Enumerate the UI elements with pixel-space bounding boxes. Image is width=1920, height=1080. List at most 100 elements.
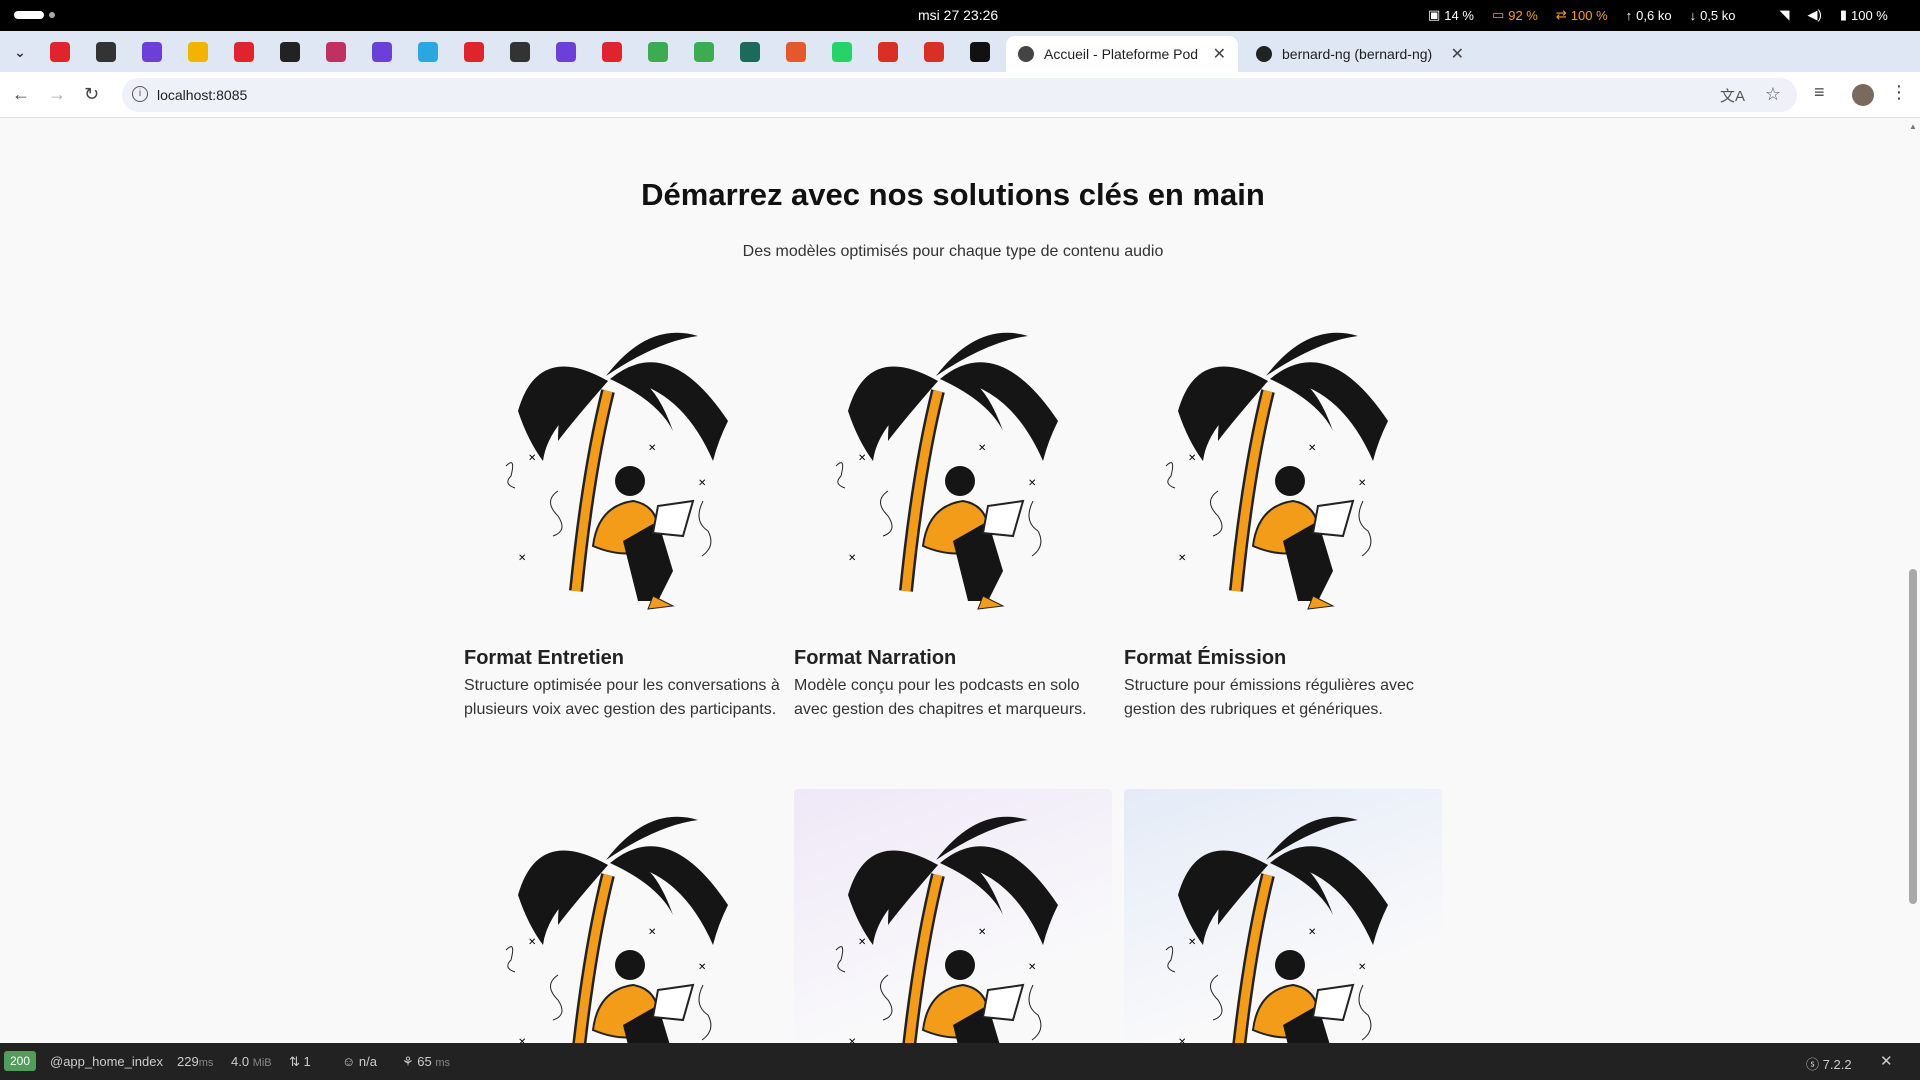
download-indicator: ↓ 0,5 ko: [1689, 7, 1736, 23]
tab-strip: ⌄ Accueil - Plateforme Pod ✕ bernard-ng …: [0, 31, 1920, 94]
card-description: Structure optimisée pour les conversatio…: [464, 677, 780, 718]
browser-toolbar: ← → ↻ i localhost:8085 文A ☆ ≡ ⋮: [0, 72, 1920, 118]
url-text[interactable]: localhost:8085: [157, 87, 247, 103]
screen: { "system": { "clock": "msi 27 23:26", "…: [0, 0, 1920, 1080]
pinned-tab-link-icon[interactable]: [786, 42, 806, 62]
pinned-tab-gmail-icon[interactable]: [924, 42, 944, 62]
pinned-tab-app-icon[interactable]: [372, 42, 392, 62]
svg-text:✕: ✕: [1188, 937, 1196, 948]
clock[interactable]: msi 27 23:26: [918, 7, 998, 23]
reload-icon[interactable]: ↻: [84, 84, 99, 105]
pinned-tab-tailwind-icon[interactable]: [418, 42, 438, 62]
palm-tree-illustration: ✕✕ ✕✕: [505, 332, 728, 610]
template-card[interactable]: ✕✕ ✕✕: [1124, 789, 1442, 1043]
svg-text:✕: ✕: [1358, 478, 1366, 489]
security-user[interactable]: ☺ n/a: [342, 1054, 377, 1069]
close-toolbar-icon[interactable]: ✕: [1880, 1052, 1893, 1070]
pinned-tab-github-dark-icon[interactable]: [280, 42, 300, 62]
pinned-tab-refresh-icon[interactable]: [96, 42, 116, 62]
palm-tree-illustration: ✕✕ ✕✕: [505, 816, 728, 1043]
pinned-tab-android-icon[interactable]: [648, 42, 668, 62]
svg-text:✕: ✕: [1028, 478, 1036, 489]
back-arrow-icon[interactable]: ←: [12, 84, 30, 105]
template-card[interactable]: ✕✕ ✕✕: [464, 789, 782, 1043]
bookmark-star-icon[interactable]: ☆: [1765, 84, 1781, 105]
card-illustration: ✕✕ ✕✕: [794, 789, 1112, 1043]
svg-text:✕: ✕: [1358, 962, 1366, 973]
svg-text:✕: ✕: [978, 927, 986, 938]
card-illustration: ✕✕ ✕✕: [1124, 305, 1442, 635]
pinned-tab-github-icon[interactable]: [970, 42, 990, 62]
pinned-tab-youtube-icon[interactable]: [464, 42, 484, 62]
pinned-tab-youtube-icon[interactable]: [50, 42, 70, 62]
volume-icon: ◀): [1807, 7, 1822, 22]
pinned-tab-symfony-icon[interactable]: [510, 42, 530, 62]
symfony-version[interactable]: ⓢ 7.2.2: [1806, 1054, 1852, 1073]
svg-text:✕: ✕: [858, 453, 866, 464]
svg-text:✕: ✕: [848, 553, 856, 564]
system-top-bar: msi 27 23:26 ▣ 14 % ▭ 92 % ⇄ 100 % ↑ 0,6…: [0, 0, 1920, 31]
template-card[interactable]: ✕ ✕ ✕ ✕ Format Narration Modèle conçu pour…: [794, 305, 1112, 722]
scrollbar-thumb[interactable]: [1909, 569, 1917, 904]
scroll-up-arrow-icon[interactable]: ▲: [1909, 122, 1917, 131]
pinned-tab-app-icon[interactable]: [556, 42, 576, 62]
activities-indicator[interactable]: [14, 11, 55, 19]
template-card[interactable]: ✕ ✕ ✕ ✕ Format Émission Structure pour émi…: [1124, 305, 1442, 722]
pinned-tab-youtube-icon[interactable]: [234, 42, 254, 62]
profile-avatar[interactable]: [1852, 84, 1874, 106]
render-time[interactable]: ⚘ 65 ms: [402, 1054, 450, 1070]
tab-accueil[interactable]: Accueil - Plateforme Pod ✕: [1006, 36, 1238, 72]
card-description: Structure pour émissions régulières avec…: [1124, 677, 1414, 718]
template-card[interactable]: ✕ ✕ ✕ ✕ Format Entretien Structure optimis…: [464, 305, 782, 722]
section-subheading: Des modèles optimisés pour chaque type d…: [742, 243, 1164, 260]
site-info-icon[interactable]: i: [132, 86, 148, 102]
menu-kebab-icon[interactable]: ⋮: [1890, 82, 1908, 103]
memory-usage[interactable]: 4.0 MiB: [231, 1054, 272, 1069]
tab-title: Accueil - Plateforme Pod: [1044, 46, 1199, 62]
media-controls-icon[interactable]: ≡: [1814, 82, 1825, 103]
pinned-tab-android-icon[interactable]: [694, 42, 714, 62]
svg-text:✕: ✕: [528, 937, 536, 948]
svg-text:✕: ✕: [698, 962, 706, 973]
svg-text:✕: ✕: [648, 443, 656, 454]
page-scrollbar[interactable]: ▲: [1906, 119, 1920, 1043]
card-title: Format Émission: [1124, 647, 1287, 669]
github-icon: [1256, 46, 1272, 62]
card-illustration: ✕✕ ✕✕: [464, 305, 782, 635]
close-tab-icon[interactable]: ✕: [1451, 44, 1464, 64]
palm-tree-illustration: ✕✕ ✕✕: [1165, 816, 1388, 1043]
card-illustration: ✕✕ ✕✕: [1124, 789, 1442, 1043]
forward-arrow-icon[interactable]: →: [48, 84, 66, 105]
upload-indicator: ↑ 0,6 ko: [1625, 7, 1672, 23]
pinned-tab-whatsapp-icon[interactable]: [832, 42, 852, 62]
palm-tree-illustration: ✕✕ ✕✕: [1165, 332, 1388, 610]
card-illustration: ✕✕ ✕✕: [464, 789, 782, 1043]
symfony-icon: ⓢ: [1806, 1057, 1820, 1072]
close-tab-icon[interactable]: ✕: [1213, 44, 1226, 64]
symfony-debug-toolbar: 200 @app_home_index 229ms 4.0 MiB ⇅ 1 ☺ …: [0, 1043, 1920, 1080]
palm-tree-illustration: ✕✕ ✕✕: [835, 332, 1058, 610]
route-name[interactable]: @app_home_index: [50, 1054, 163, 1069]
pinned-tab-spiral-icon[interactable]: [326, 42, 346, 62]
template-card[interactable]: ✕✕ ✕✕: [794, 789, 1112, 1043]
status-badge[interactable]: 200: [4, 1051, 37, 1071]
tab-search-chevron-icon[interactable]: ⌄: [10, 42, 30, 62]
requests-count[interactable]: ⇅ 1: [289, 1054, 311, 1070]
wifi-icon: ◥: [1779, 7, 1790, 22]
system-tray[interactable]: ▣ 14 % ▭ 92 % ⇄ 100 % ↑ 0,6 ko ↓ 0,5 ko …: [1428, 7, 1888, 23]
request-time[interactable]: 229ms: [177, 1054, 213, 1069]
address-bar[interactable]: i localhost:8085 文A ☆: [122, 78, 1797, 112]
svg-text:✕: ✕: [1308, 927, 1316, 938]
swap-indicator: ⇄ 100 %: [1555, 7, 1608, 23]
svg-text:✕: ✕: [1178, 553, 1186, 564]
pinned-tab-youtube-icon[interactable]: [602, 42, 622, 62]
translate-icon[interactable]: 文A: [1720, 85, 1745, 106]
pinned-tab-vpn-icon[interactable]: [740, 42, 760, 62]
svg-text:✕: ✕: [858, 937, 866, 948]
page-content: Démarrez avec nos solutions clés en main…: [0, 119, 1906, 1043]
pinned-tab-keep-icon[interactable]: [188, 42, 208, 62]
tab-github-profile[interactable]: bernard-ng (bernard-ng) ✕: [1244, 36, 1476, 72]
pinned-tab-gmail-icon[interactable]: [878, 42, 898, 62]
battery-indicator: ▮ 100 %: [1839, 7, 1888, 23]
pinned-tab-app-icon[interactable]: [142, 42, 162, 62]
